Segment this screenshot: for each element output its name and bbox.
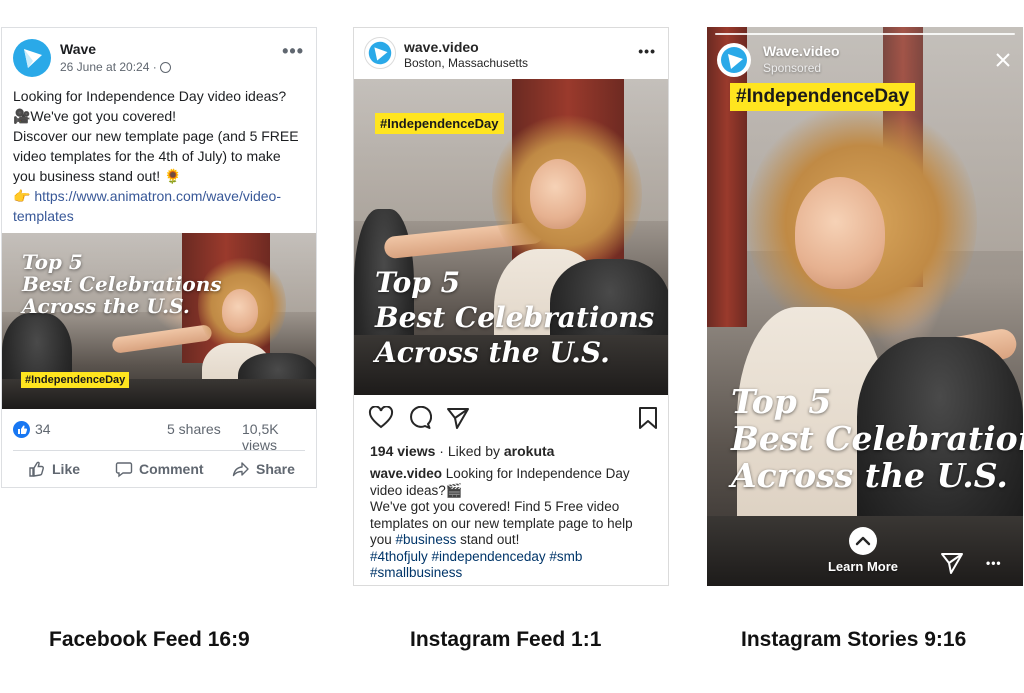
face	[530, 159, 586, 229]
share-arrow-icon	[232, 462, 249, 477]
caption-user[interactable]: wave.video	[370, 466, 442, 481]
facebook-feed-card: Wave 26 June at 20:24 · ••• Looking for …	[1, 27, 317, 488]
hashtag-badge: #IndependenceDay	[375, 113, 504, 134]
timestamp-text: 26 June at 20:24 ·	[60, 60, 161, 74]
post-line: 🎥We've got you covered!	[13, 108, 177, 124]
sponsored-label: Sponsored	[763, 61, 822, 75]
action-bar: Like Comment Share	[2, 457, 316, 481]
post-link[interactable]: https://www.animatron.com/wave/video-	[34, 188, 281, 204]
wave-logo-avatar[interactable]	[364, 37, 396, 69]
liked-by-text: · Liked by	[435, 443, 504, 459]
share-label: Share	[256, 461, 295, 477]
wave-logo-avatar[interactable]	[717, 43, 751, 77]
title-line: Best Celebrations	[375, 301, 655, 334]
swipe-up-button[interactable]	[849, 527, 877, 555]
views-count[interactable]: 10,5K views	[242, 421, 304, 453]
comment-button[interactable]: Comment	[115, 457, 204, 481]
comment-icon	[115, 462, 133, 478]
facebook-feed-label: Facebook Feed 16:9	[49, 628, 250, 651]
comment-label: Comment	[139, 461, 204, 477]
send-icon[interactable]	[446, 406, 470, 430]
image-title: Top 5 Best Celebrations Across the U.S.	[375, 265, 654, 370]
instagram-stories-label: Instagram Stories 9:16	[741, 628, 967, 651]
likes-count[interactable]: 34	[35, 421, 51, 437]
like-button[interactable]: Like	[28, 457, 80, 481]
hashtag-badge: #IndependenceDay	[730, 83, 916, 111]
caption: wave.video Looking for Independence Day …	[370, 466, 660, 582]
post-text: Looking for Independence Day video ideas…	[13, 86, 309, 226]
caption-text: you	[370, 532, 396, 547]
hashtag-link[interactable]: #business	[396, 532, 457, 547]
post-image[interactable]: #IndependenceDay Top 5 Best Celebrations…	[354, 79, 668, 395]
views-count[interactable]: 194 views	[370, 443, 435, 459]
more-options-icon[interactable]: •••	[282, 42, 304, 60]
title-line: Top 5	[731, 382, 832, 421]
more-options-icon[interactable]: •••	[638, 44, 656, 58]
title-line: Across the U.S.	[375, 336, 610, 369]
chevron-up-icon	[855, 536, 871, 546]
post-line: Looking for Independence Day video ideas…	[13, 88, 287, 104]
instagram-feed-label: Instagram Feed 1:1	[410, 628, 602, 651]
like-reaction-icon[interactable]	[13, 421, 30, 438]
engagement-counts: 34 5 shares 10,5K views	[13, 420, 304, 453]
caption-text: templates on our new template page to he…	[370, 515, 633, 531]
thumbs-up-icon	[29, 461, 44, 477]
wave-logo-avatar[interactable]	[13, 39, 51, 77]
title-line: Top 5	[22, 250, 83, 274]
caption-text: Looking for Independence Day	[442, 466, 630, 481]
divider	[13, 450, 305, 451]
instagram-stories-card: Wave.video Sponsored #IndependenceDay To…	[707, 27, 1023, 586]
story-progress-bar	[715, 33, 1015, 35]
bookmark-icon[interactable]	[638, 406, 658, 430]
like-label: Like	[52, 461, 81, 477]
account-name[interactable]: Wave.video	[763, 43, 840, 59]
hashtag-badge: #IndependenceDay	[21, 372, 130, 388]
pointing-hand-emoji: 👉	[13, 188, 35, 204]
post-link-continued[interactable]: templates	[13, 206, 309, 226]
hashtag-links[interactable]: #smallbusiness	[370, 565, 660, 582]
comment-icon[interactable]	[408, 406, 432, 430]
shares-count[interactable]: 5 shares	[167, 421, 221, 437]
image-title: Top 5 Best Celebrations Across the U.S.	[731, 383, 1023, 494]
title-line: Across the U.S.	[22, 294, 190, 318]
post-line: Discover our new template page (and 5 FR…	[13, 128, 299, 144]
caption-text: video ideas?🎬	[370, 482, 463, 498]
face	[795, 177, 885, 289]
close-icon[interactable]	[995, 52, 1011, 68]
title-line: Best Celebrations	[731, 419, 1023, 458]
heart-icon[interactable]	[368, 406, 394, 430]
caption-text: We've got you covered! Find 5 Free video	[370, 499, 620, 514]
title-line: Best Celebrations	[22, 272, 222, 296]
face	[222, 289, 258, 333]
hashtag-links[interactable]: #4thofjuly #independenceday #smb	[370, 549, 660, 566]
post-line: you business stand out! 🌻	[13, 168, 182, 184]
share-button[interactable]: Share	[232, 457, 295, 481]
send-icon[interactable]	[940, 551, 964, 575]
title-line: Across the U.S.	[731, 456, 1008, 495]
views-line: 194 views · Liked by arokuta	[370, 443, 554, 459]
image-title: Top 5 Best Celebrations Across the U.S.	[22, 251, 222, 317]
title-line: Top 5	[375, 266, 461, 299]
learn-more-label[interactable]: Learn More	[817, 559, 909, 574]
page-name[interactable]: Wave	[60, 41, 96, 57]
liked-by-user[interactable]: arokuta	[504, 443, 555, 459]
post-timestamp[interactable]: 26 June at 20:24 ·	[60, 60, 172, 74]
location[interactable]: Boston, Massachusetts	[404, 56, 528, 70]
account-name[interactable]: wave.video	[404, 39, 479, 55]
post-line: video templates for the 4th of July) to …	[13, 148, 281, 164]
post-image[interactable]: Top 5 Best Celebrations Across the U.S. …	[2, 233, 316, 409]
instagram-feed-card: wave.video Boston, Massachusetts ••• #In…	[353, 27, 669, 586]
globe-icon	[160, 62, 172, 73]
more-options-icon[interactable]: •••	[986, 557, 1002, 569]
caption-text: stand out!	[456, 532, 520, 547]
